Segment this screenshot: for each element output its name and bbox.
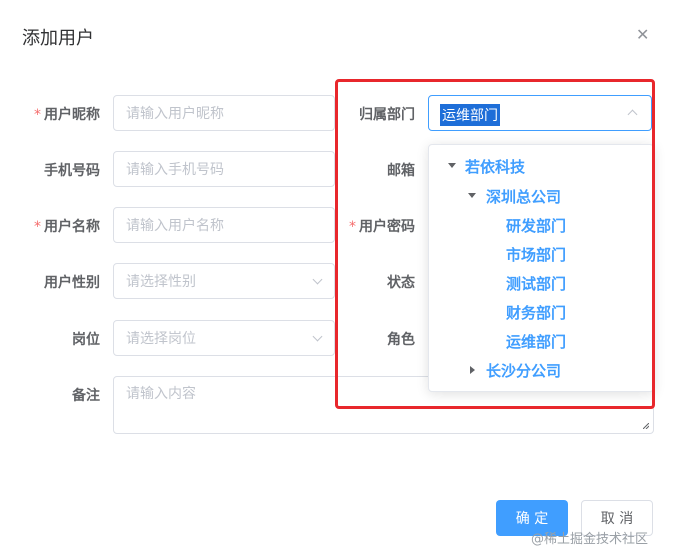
post-placeholder: 请选择岗位 (126, 331, 196, 347)
nickname-label: * 用户昵称 (20, 104, 100, 124)
highlight-box (335, 79, 655, 409)
post-label: 岗位 (72, 332, 100, 348)
close-icon[interactable]: ✕ (636, 25, 649, 44)
nickname-input[interactable]: 请输入用户昵称 (113, 95, 335, 131)
username-input[interactable]: 请输入用户名称 (113, 207, 335, 243)
remark-placeholder: 请输入内容 (126, 386, 196, 402)
nickname-placeholder: 请输入用户昵称 (126, 106, 224, 122)
post-select[interactable]: 请选择岗位 (113, 320, 335, 356)
nickname-label-text: 用户昵称 (44, 107, 100, 123)
required-mark: * (34, 219, 41, 235)
gender-label: 用户性别 (44, 275, 100, 291)
remark-label: 备注 (72, 388, 100, 404)
resize-handle-icon[interactable] (643, 423, 649, 429)
gender-select[interactable]: 请选择性别 (113, 263, 335, 299)
username-label-text: 用户名称 (44, 219, 100, 235)
chevron-down-icon (312, 331, 323, 342)
phone-label: 手机号码 (44, 163, 100, 179)
phone-input[interactable]: 请输入手机号码 (113, 151, 335, 187)
required-mark: * (34, 107, 41, 123)
gender-placeholder: 请选择性别 (126, 274, 196, 290)
watermark: @稀土掘金技术社区 (531, 532, 649, 547)
username-label: * 用户名称 (20, 216, 100, 236)
phone-placeholder: 请输入手机号码 (126, 162, 224, 178)
chevron-down-icon (312, 274, 323, 285)
dialog-title: 添加用户 (22, 28, 94, 49)
username-placeholder: 请输入用户名称 (126, 218, 224, 234)
